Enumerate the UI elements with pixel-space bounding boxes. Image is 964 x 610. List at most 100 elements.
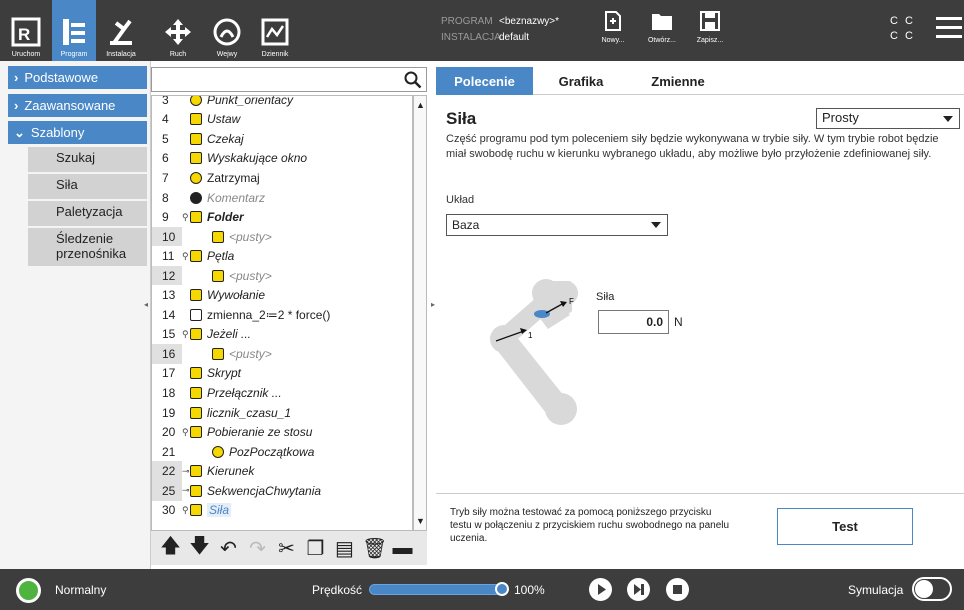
log-tab-button[interactable]: Dziennik <box>255 0 295 61</box>
halt-icon <box>190 171 202 184</box>
command-panel: Polecenie Grafika Zmienne Siła Prosty Cz… <box>436 61 964 569</box>
tree-node-label: Komentarz <box>207 190 266 205</box>
scroll-down-icon[interactable]: ▼ <box>416 516 425 526</box>
diagram-label-1: 1 <box>528 331 533 340</box>
tree-row[interactable]: 16 <pusty> <box>152 344 412 364</box>
tree-line-number: 17 <box>162 366 176 381</box>
tree-scrollbar[interactable]: ▲ ▼ <box>413 95 427 531</box>
io-tab-button[interactable]: Wejwy <box>205 0 249 61</box>
tree-expander-icon[interactable]: ⚲ <box>182 427 190 438</box>
force-description: Część programu pod tym poleceniem siły b… <box>446 133 939 160</box>
tree-node-label: <pusty> <box>229 268 272 283</box>
tree-row[interactable]: 12 <pusty> <box>152 265 412 286</box>
tree-row[interactable]: 7 Zatrzymaj <box>152 168 412 188</box>
frame-label: Układ <box>446 194 475 206</box>
tree-expander-icon[interactable]: ⊸ <box>182 485 190 496</box>
nav-item-conveyor-tracking[interactable]: Śledzenie przenośnika <box>28 228 147 268</box>
tree-row[interactable]: 25 ⊸ SekwencjaChwytania <box>152 481 412 501</box>
force-mode-select[interactable]: Prosty <box>816 108 960 129</box>
stop-button-icon[interactable] <box>666 578 689 601</box>
paste-icon[interactable]: ▤ <box>333 536 356 561</box>
copy-icon[interactable]: ❐ <box>304 536 327 561</box>
test-button[interactable]: Test <box>777 508 913 545</box>
nav-basic[interactable]: › Podstawowe <box>8 66 147 89</box>
tree-row[interactable]: 15 ⚲ Jeżeli ... <box>152 325 412 345</box>
installation-tab-button[interactable]: Instalacja <box>96 0 146 61</box>
tree-row[interactable]: 17 Skrypt <box>152 364 412 384</box>
set-icon <box>190 113 202 126</box>
undo-icon[interactable]: ↶ <box>217 536 240 561</box>
tree-row[interactable]: 30 ⚲ Siła <box>152 500 412 521</box>
tree-expander-icon[interactable]: ⚲ <box>182 329 190 340</box>
tree-row[interactable]: 13 Wywołanie <box>152 286 412 306</box>
search-icon[interactable] <box>404 71 422 89</box>
hamburger-menu-icon[interactable] <box>936 17 962 44</box>
tree-expander-icon[interactable]: ⊸ <box>182 466 190 477</box>
tree-line-number: 20 <box>162 425 176 440</box>
tree-row[interactable]: 10 <pusty> <box>152 226 412 247</box>
tab-graphics[interactable]: Grafika <box>536 67 626 95</box>
popup-icon <box>190 152 202 165</box>
tree-row[interactable]: 21 PozPoczątkowa <box>152 442 412 462</box>
force-value-input[interactable]: 0.0 <box>598 310 669 334</box>
frame-select[interactable]: Baza <box>446 214 668 236</box>
installation-icon <box>110 19 132 45</box>
tree-row[interactable]: 20 ⚲ Pobieranie ze stosu <box>152 422 412 442</box>
cut-icon[interactable]: ✂ <box>275 536 298 561</box>
tree-line-number: 7 <box>162 170 169 185</box>
tree-line-number: 5 <box>162 131 169 146</box>
delete-icon[interactable]: 🗑 <box>362 536 387 561</box>
tab-variables[interactable]: Zmienne <box>628 67 728 95</box>
tree-row[interactable]: 14 zmienna_2≔2 * force() <box>152 305 412 325</box>
installation-name: default <box>499 32 530 43</box>
tree-line-number: 9 <box>162 210 169 225</box>
comment-icon <box>190 191 202 204</box>
move-tab-button[interactable]: Ruch <box>158 0 198 61</box>
tree-expander-icon[interactable]: ⚲ <box>182 251 190 262</box>
simulation-toggle[interactable] <box>912 577 952 601</box>
play-button-icon[interactable] <box>589 578 612 601</box>
open-file-button[interactable]: Otwórz... <box>644 10 680 44</box>
top-bar: R Uruchom Program Instalacja Ruch Wejwy … <box>0 0 964 61</box>
search-input[interactable] <box>151 67 427 92</box>
move-up-icon[interactable]: 🡅 <box>159 531 182 565</box>
save-file-button[interactable]: Zapisz... <box>692 10 728 44</box>
nav-item-force[interactable]: Siła <box>28 174 147 201</box>
tree-row[interactable]: 19 licznik_czasu_1 <box>152 403 412 423</box>
scroll-up-icon[interactable]: ▲ <box>416 100 425 110</box>
nav-item-palletizing[interactable]: Paletyzacja <box>28 201 147 228</box>
tree-row[interactable]: 6 Wyskakujące okno <box>152 149 412 169</box>
nav-item-search[interactable]: Szukaj <box>28 147 147 174</box>
tree-row[interactable]: 8 Komentarz <box>152 188 412 208</box>
nav-templates[interactable]: ⌄ Szablony <box>8 121 147 144</box>
program-icon <box>63 19 85 45</box>
tree-row[interactable]: 11 ⚲ Pętla <box>152 246 412 266</box>
suppress-icon[interactable]: ▬ <box>391 537 414 560</box>
tree-row[interactable]: 9 ⚲ Folder <box>152 207 412 227</box>
program-tab-button[interactable]: Program <box>52 0 96 61</box>
tree-node-label: Przełącznik ... <box>207 386 282 400</box>
run-tab-button[interactable]: R Uruchom <box>0 0 52 61</box>
new-file-button[interactable]: Nowy... <box>595 10 631 44</box>
tree-expander-icon[interactable]: ⚲ <box>182 212 190 223</box>
speed-slider[interactable] <box>369 584 507 595</box>
tree-row[interactable]: 5 Czekaj <box>152 129 412 149</box>
tree-line-number: 22 <box>152 461 182 481</box>
move-down-icon[interactable]: 🡇 <box>188 531 211 565</box>
tree-row[interactable]: 22 ⊸ Kierunek <box>152 461 412 481</box>
tree-row[interactable]: 4 Ustaw <box>152 110 412 130</box>
tab-command[interactable]: Polecenie <box>436 67 533 95</box>
tree-node-label: licznik_czasu_1 <box>207 405 292 420</box>
step-button-icon[interactable] <box>627 578 650 601</box>
tree-expander-icon[interactable]: ⚲ <box>182 505 190 516</box>
nav-advanced[interactable]: › Zaawansowane <box>8 94 147 117</box>
panel-tabs: Polecenie Grafika Zmienne <box>436 67 964 95</box>
toggle-knob <box>915 580 933 598</box>
robot-status-icon[interactable] <box>16 578 41 603</box>
speed-slider-handle[interactable] <box>495 582 509 596</box>
tree-line-number: 11 <box>162 249 175 264</box>
tree-row[interactable]: 18 Przełącznik ... <box>152 383 412 403</box>
redo-icon[interactable]: ↷ <box>246 536 269 561</box>
tree-row[interactable]: 3 Punkt_orientacy <box>152 96 412 110</box>
tree-line-number: 12 <box>152 265 182 286</box>
